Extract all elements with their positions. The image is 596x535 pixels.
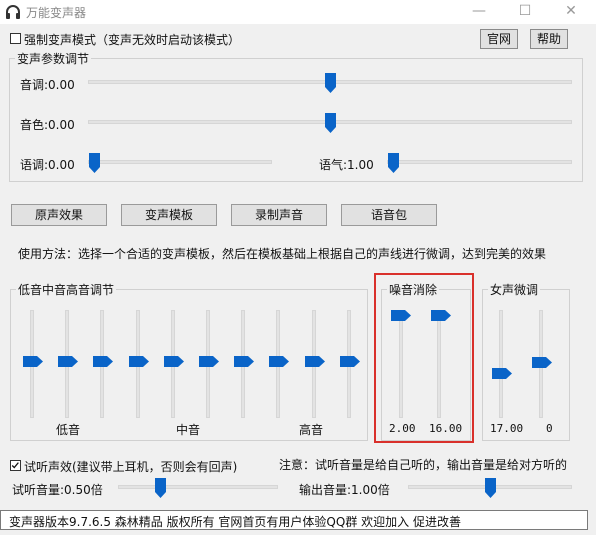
eq-slider-8-thumb[interactable] [269,356,289,367]
eq-slider-5-thumb[interactable] [164,356,184,367]
female-slider-2-thumb[interactable] [532,357,552,368]
eq-slider-6-thumb[interactable] [199,356,219,367]
timbre-label: 音色:0.00 [20,118,75,132]
voice-pack-button[interactable]: 语音包 [341,204,437,226]
speed-label: 语调:0.00 [20,158,75,172]
monitor-checkbox[interactable] [10,460,21,471]
voice-template-button[interactable]: 变声模板 [121,204,217,226]
force-mode-checkbox[interactable] [10,33,21,44]
official-site-button[interactable]: 官网 [480,29,518,49]
force-mode-label: 强制变声模式（变声无效时启动该模式） [24,33,241,47]
noise-value-1: 2.00 [389,422,416,435]
listen-volume-track[interactable] [118,485,278,489]
tone-label: 语气:1.00 [319,158,374,172]
eq-slider-10-thumb[interactable] [340,356,360,367]
eq-low-label: 低音 [56,423,81,437]
checkmark-icon [11,462,19,469]
volume-note: 注意：试听音量是给自己听的，输出音量是给对方听的 [279,458,568,472]
minimize-button[interactable]: — [456,0,502,24]
pitch-label: 音调:0.00 [20,78,75,92]
listen-volume-label: 试听音量:0.50倍 [12,483,103,497]
maximize-button[interactable]: ☐ [502,0,548,24]
eq-group-title: 低音中音高音调节 [16,281,117,298]
eq-slider-2-thumb[interactable] [58,356,78,367]
noise-slider-1-thumb[interactable] [391,310,411,321]
eq-slider-7-thumb[interactable] [234,356,254,367]
record-voice-button[interactable]: 录制声音 [231,204,327,226]
eq-slider-3-thumb[interactable] [93,356,113,367]
noise-slider-2-thumb[interactable] [431,310,451,321]
speed-slider-thumb[interactable] [89,153,100,173]
female-slider-1-track[interactable] [499,310,503,418]
female-value-2: 0 [546,422,553,435]
help-button[interactable]: 帮助 [530,29,568,49]
tone-slider-thumb[interactable] [388,153,399,173]
output-volume-thumb[interactable] [485,478,496,498]
usage-text: 使用方法：选择一个合适的变声模板，然后在模板基础上根据自己的声线进行微调，达到完… [18,247,547,261]
output-volume-label: 输出音量:1.00倍 [299,483,390,497]
status-text: 变声器版本9.7.6.5 森林精品 版权所有 官网首页有用户体验QQ群 欢迎加入… [9,515,461,529]
noise-slider-1-track[interactable] [399,310,403,418]
female-slider-1-thumb[interactable] [492,368,512,379]
window-title: 万能变声器 [26,6,87,20]
speed-slider-track[interactable] [88,160,272,164]
original-effect-button[interactable]: 原声效果 [11,204,107,226]
monitor-checkbox-label: 试听声效(建议带上耳机，否则会有回声) [24,460,238,474]
tone-slider-track[interactable] [387,160,572,164]
noise-slider-2-track[interactable] [437,310,441,418]
female-group [482,289,570,441]
params-group-title: 变声参数调节 [15,50,92,67]
noise-highlight-box [374,273,474,443]
close-button[interactable]: ✕ [548,0,594,24]
eq-mid-label: 中音 [176,423,201,437]
eq-high-label: 高音 [299,423,324,437]
status-bar: 变声器版本9.7.6.5 森林精品 版权所有 官网首页有用户体验QQ群 欢迎加入… [0,510,588,530]
headphone-icon [6,5,20,19]
listen-volume-thumb[interactable] [155,478,166,498]
pitch-slider-thumb[interactable] [325,73,336,93]
eq-slider-9-thumb[interactable] [305,356,325,367]
female-group-title: 女声微调 [488,281,541,298]
eq-slider-4-thumb[interactable] [129,356,149,367]
eq-slider-1-thumb[interactable] [23,356,43,367]
female-value-1: 17.00 [490,422,524,435]
noise-value-2: 16.00 [429,422,463,435]
timbre-slider-thumb[interactable] [325,113,336,133]
